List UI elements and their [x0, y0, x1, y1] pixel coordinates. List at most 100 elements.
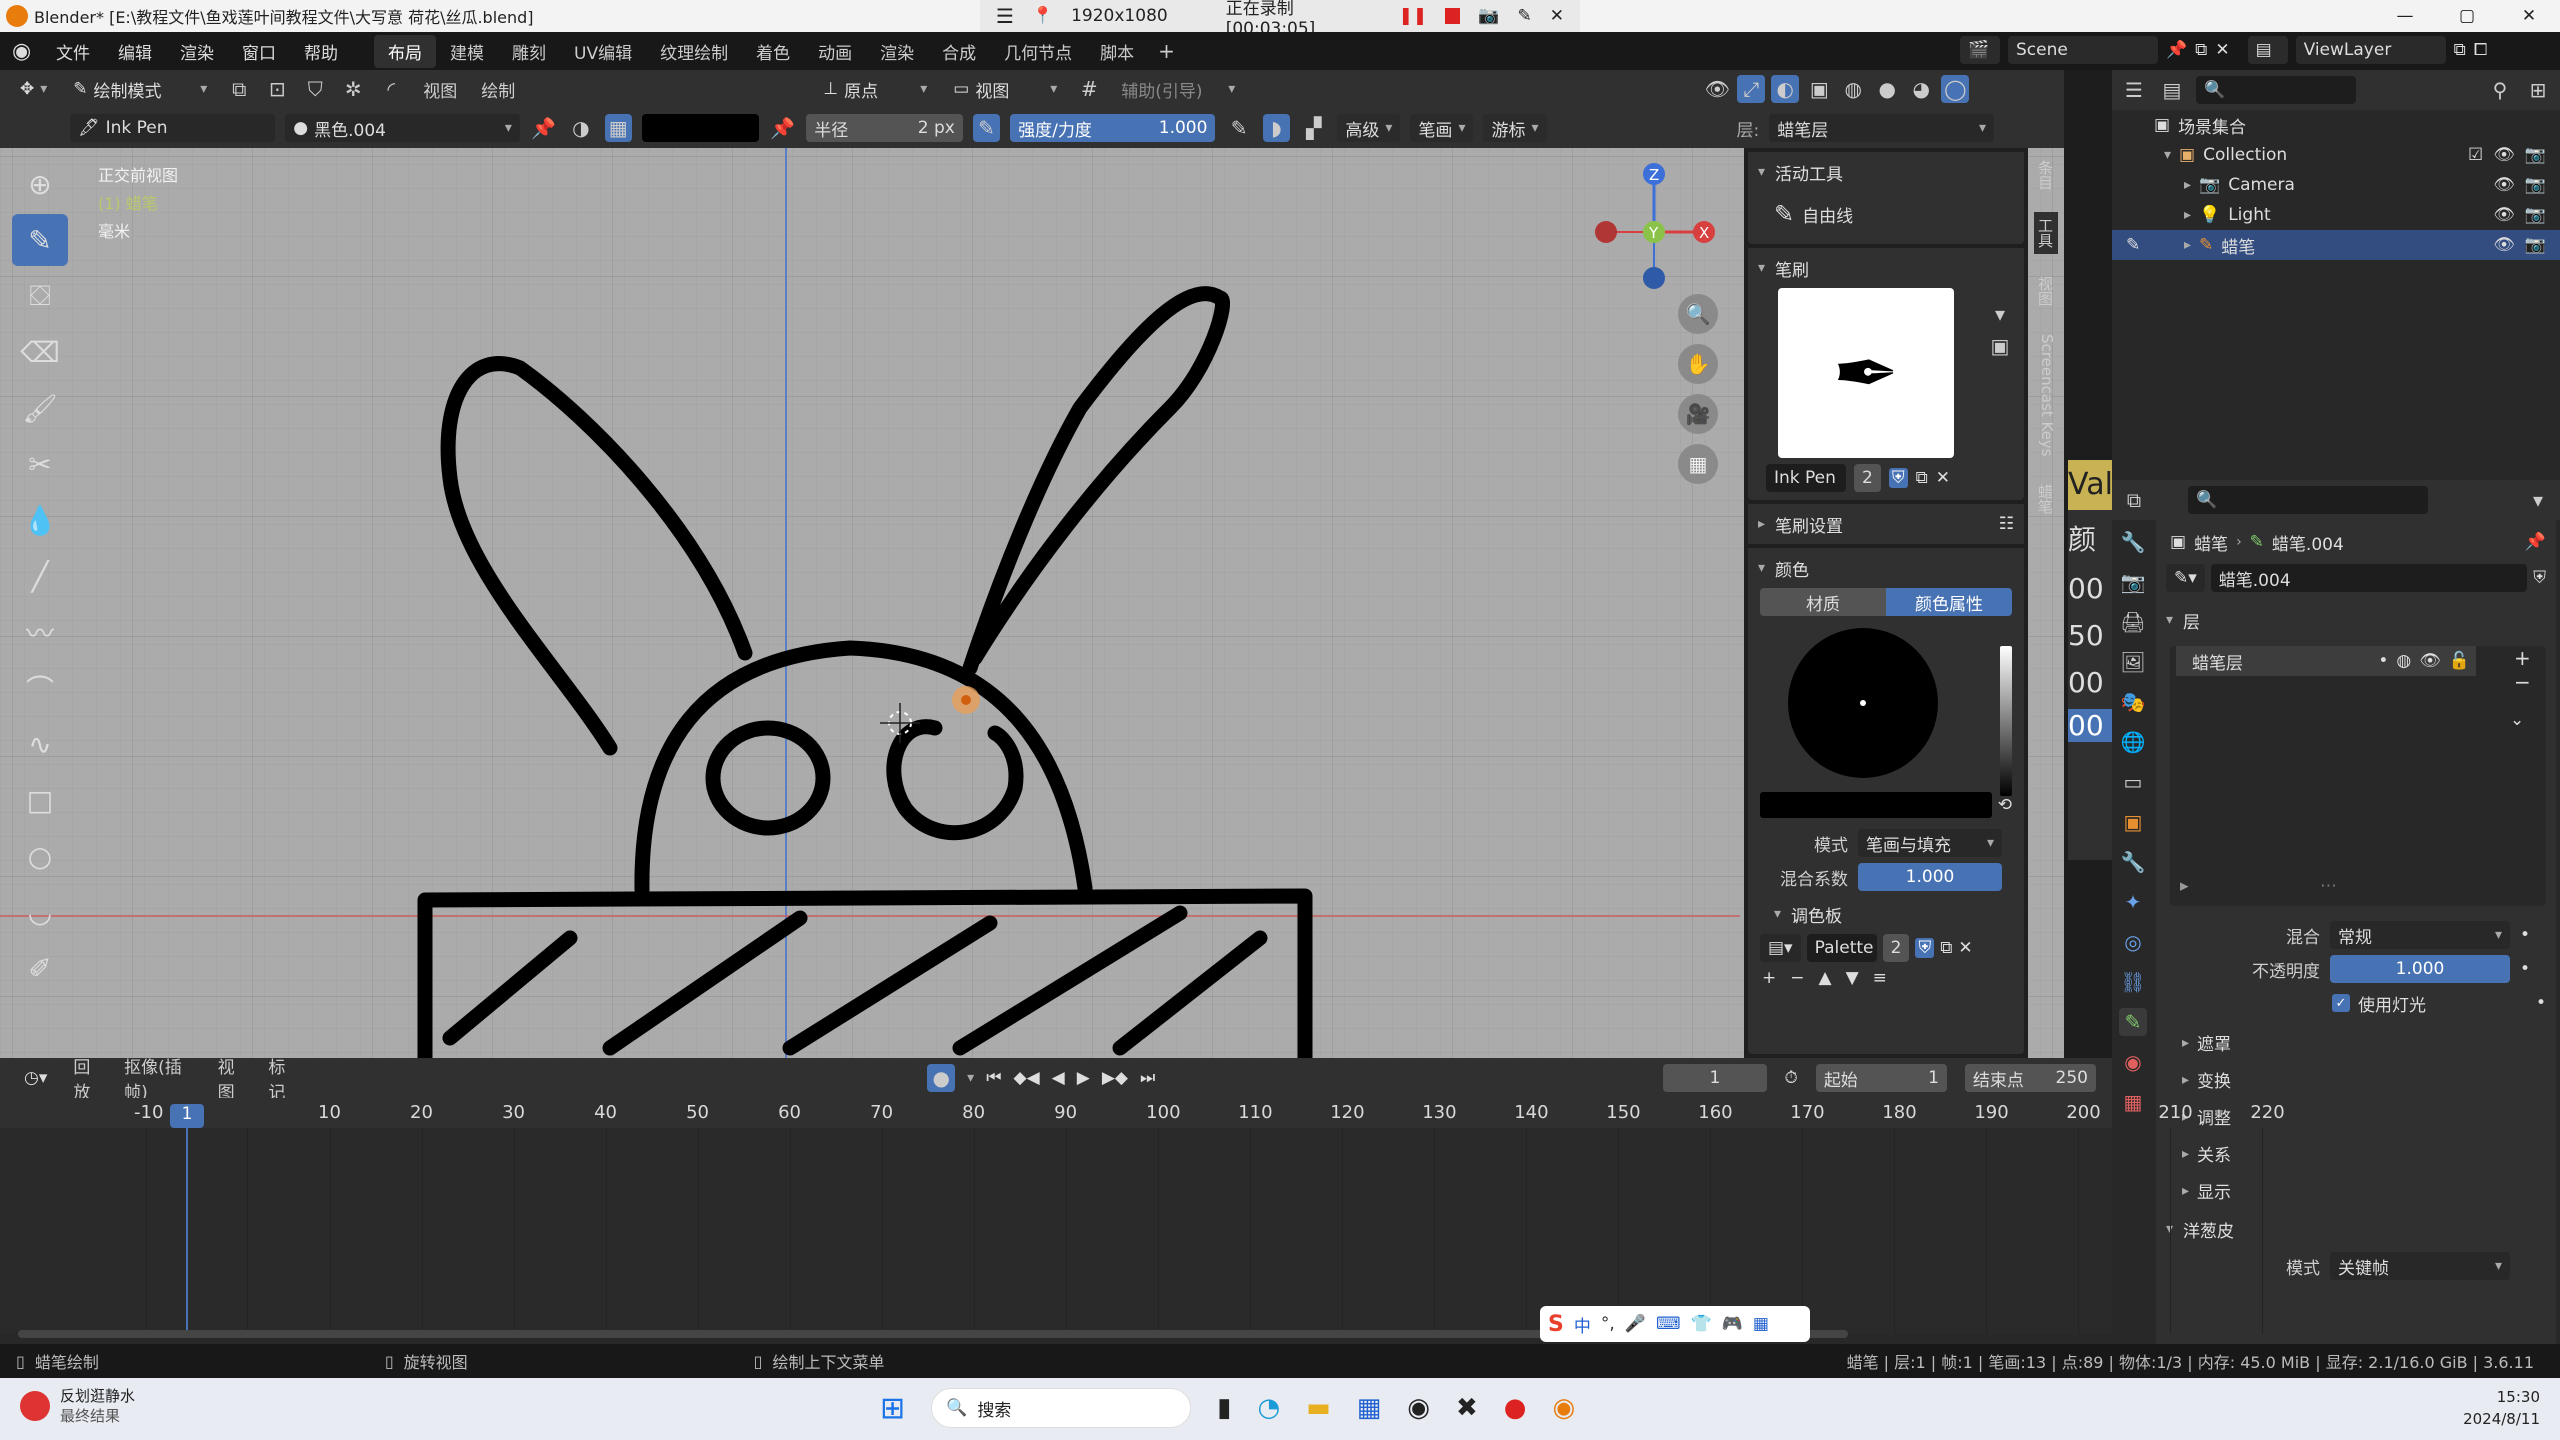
expand-icon[interactable]: ▸ [2184, 207, 2191, 223]
scene-name[interactable]: Scene [2008, 36, 2158, 64]
viewlayer-tab-icon[interactable]: 🖼 [2119, 648, 2147, 676]
clock-time[interactable]: 15:30 [2463, 1386, 2540, 1408]
blend-dropdown[interactable]: 常规 ▾ [2330, 921, 2510, 949]
jump-end-icon[interactable]: ⏭ [1140, 1068, 1155, 1088]
arc-tool-icon[interactable]: ⌒ [12, 662, 68, 714]
duplicate-brush-icon[interactable]: ⧉ [1916, 468, 1928, 488]
prev-keyframe-icon[interactable]: ◆◀ [1014, 1068, 1040, 1088]
data-type-icon[interactable]: ✎▾ [2166, 564, 2205, 592]
new-viewlayer-icon[interactable]: ⧉ [2454, 40, 2466, 60]
object-tab-icon[interactable]: ▣ [2119, 808, 2147, 836]
blender-taskbar-icon[interactable]: ◉ [1552, 1393, 1575, 1423]
strength-field[interactable]: 强度/力度 1.000 [1010, 114, 1216, 142]
material-selector[interactable]: ● 黑色.004 ▾ [285, 114, 520, 142]
brush-settings-header[interactable]: ▸ 笔刷设置 ☷ [1748, 504, 2024, 544]
ime-keyboard-icon[interactable]: ⌨ [1656, 1314, 1681, 1334]
timeline-menu[interactable]: 视图 [218, 1053, 249, 1103]
tint-tool-icon[interactable]: 🖌 [12, 382, 68, 434]
gizmo-icon[interactable]: ⤢ [1737, 75, 1766, 103]
stroke-options-icon[interactable]: ▞ [1300, 114, 1327, 142]
layer-mask-icon[interactable]: ◍ [2396, 651, 2411, 671]
workspace-tab[interactable]: 动画 [804, 35, 866, 68]
annotate-tool-icon[interactable]: ✐ [12, 942, 68, 994]
render-camera-icon[interactable]: 📷 [2525, 145, 2546, 165]
layer-add-icon[interactable]: + [2514, 646, 2531, 670]
sidebar-tab[interactable]: 条目 [2034, 154, 2058, 196]
pen-icon[interactable]: ✎ [1518, 6, 1532, 26]
radius-field[interactable]: 半径 2 px [806, 114, 963, 142]
color-header[interactable]: ▾ 颜色 [1748, 548, 2024, 588]
brush-users[interactable]: 2 [1854, 464, 1881, 492]
outliner-search[interactable]: 🔍 [2196, 76, 2356, 104]
material-tab-icon[interactable]: ◉ [2119, 1048, 2147, 1076]
mix-factor-field[interactable]: 1.000 [1858, 863, 2002, 891]
visibility-eye-icon[interactable]: 👁 [2493, 175, 2515, 195]
workspace-tab[interactable]: 渲染 [866, 35, 928, 68]
shading-material-icon[interactable]: ◕ [1907, 75, 1935, 103]
collection-checkbox[interactable]: ☑ [2468, 145, 2483, 165]
render-tab-icon[interactable]: 📷 [2119, 568, 2147, 596]
ime-grid-icon[interactable]: ▦ [1753, 1314, 1769, 1334]
tab-color-attribute[interactable]: 颜色属性 [1886, 588, 2012, 616]
timeline-menu[interactable]: 标记 [268, 1053, 299, 1103]
layers-header[interactable]: ▾ 层 [2156, 600, 2556, 640]
timeline-ruler[interactable]: -101102030405060708090100110120130140150… [0, 1098, 2285, 1128]
expand-icon[interactable]: ▸ [2184, 177, 2191, 193]
ime-punct-icon[interactable]: °, [1601, 1314, 1615, 1334]
play-reverse-icon[interactable]: ◀ [1052, 1068, 1065, 1088]
menu-item[interactable]: 窗口 [228, 39, 290, 64]
viewport[interactable]: 正交前视图 (1) 蜡笔 毫米 ⊕ ✎ ⛋ ⌫ 🖌 ✂ 💧 ╱ 〰 ⌒ ∿ □ … [0, 148, 2064, 1058]
mode-dropdown-npanel[interactable]: 笔画与填充 ▾ [1858, 829, 2002, 857]
layer-dropdown[interactable]: 蜡笔层 ▾ [1769, 114, 1995, 142]
mode-dropdown[interactable]: ✎ 绘制模式 ▾ [65, 75, 216, 103]
palette-users[interactable]: 2 [1882, 934, 1910, 962]
render-camera-icon[interactable]: 📷 [2525, 235, 2546, 255]
timeline-menu[interactable]: 抠像(插帧) [124, 1053, 198, 1103]
pin-color-icon[interactable]: 📌 [769, 114, 796, 142]
curve-tool-icon[interactable]: ∿ [12, 718, 68, 770]
remove-viewlayer-icon[interactable]: ⧠ [2474, 40, 2488, 60]
windows-start-icon[interactable]: ⊞ [880, 1391, 905, 1426]
remove-brush-icon[interactable]: ✕ [1936, 468, 1950, 488]
weather-sub[interactable]: 最终结果 [60, 1406, 135, 1426]
texture-tab-icon[interactable]: ▦ [2119, 1088, 2147, 1116]
physics-tab-icon[interactable]: ◎ [2119, 928, 2147, 956]
next-keyframe-icon[interactable]: ▶◆ [1102, 1068, 1128, 1088]
overlay-icon[interactable]: ◐ [1771, 75, 1800, 103]
effects-tab-icon[interactable]: ✦ [2119, 888, 2147, 916]
layer-visibility-icon[interactable]: 👁 [2419, 651, 2441, 671]
multiframe-icon[interactable]: ⧉ [225, 75, 253, 103]
sidebar-tab[interactable]: 视图 [2034, 270, 2058, 312]
sidebar-tab[interactable]: Screencast Keys [2034, 328, 2058, 462]
autokey-icon[interactable]: ✲ [339, 75, 367, 103]
opacity-field[interactable]: 1.000 [2330, 955, 2510, 983]
layer-menu-icon[interactable]: ⌄ [2510, 710, 2524, 730]
pin-material-icon[interactable]: 📌 [530, 114, 557, 142]
taskbar-search[interactable]: 🔍 搜索 [931, 1388, 1192, 1428]
data-shield-icon[interactable]: ⛨ [2533, 568, 2546, 588]
outliner-row[interactable]: ✎ ▸ ✎ 蜡笔 👁 📷 [2112, 230, 2560, 260]
outliner-row[interactable]: ▸ 📷 Camera 👁 📷 [2112, 170, 2560, 200]
ime-lang[interactable]: 中 [1574, 1312, 1591, 1337]
new-scene-icon[interactable]: ⧉ [2195, 40, 2207, 60]
blend-keyframe-dot[interactable]: • [2520, 925, 2530, 945]
ime-skin-icon[interactable]: 👕 [1690, 1314, 1711, 1334]
menu-item[interactable]: 帮助 [290, 39, 352, 64]
file-explorer-icon[interactable]: ▬ [1306, 1393, 1331, 1423]
current-color-swatch[interactable] [1760, 792, 1992, 818]
layer-lock-icon[interactable]: 🔓 [2449, 651, 2470, 671]
obs-icon[interactable]: ◉ [1407, 1393, 1430, 1423]
constraint-tab-icon[interactable]: ⛓ [2119, 968, 2147, 996]
cursor-dropdown[interactable]: 游标 ▾ [1483, 114, 1547, 142]
value-slider[interactable] [2000, 646, 2012, 796]
modifier-tab-icon[interactable]: 🔧 [2119, 848, 2147, 876]
recorder-icon[interactable]: ● [1504, 1393, 1527, 1423]
outliner-row[interactable]: ▾ ▣ Collection ☑ 👁 📷 [2112, 140, 2560, 170]
data-name-field[interactable]: 蜡笔.004 [2210, 564, 2528, 592]
scene-pin-icon[interactable]: 📌 [2166, 40, 2187, 60]
workspace-tab[interactable]: 建模 [436, 35, 498, 68]
store-icon[interactable]: ▦ [1357, 1393, 1382, 1423]
pin-icon[interactable]: 📍 [1032, 6, 1053, 26]
visibility-eye-icon[interactable]: 👁 [2493, 145, 2515, 165]
subpanel-header[interactable]: ▸ 遮罩 [2156, 1024, 2556, 1061]
